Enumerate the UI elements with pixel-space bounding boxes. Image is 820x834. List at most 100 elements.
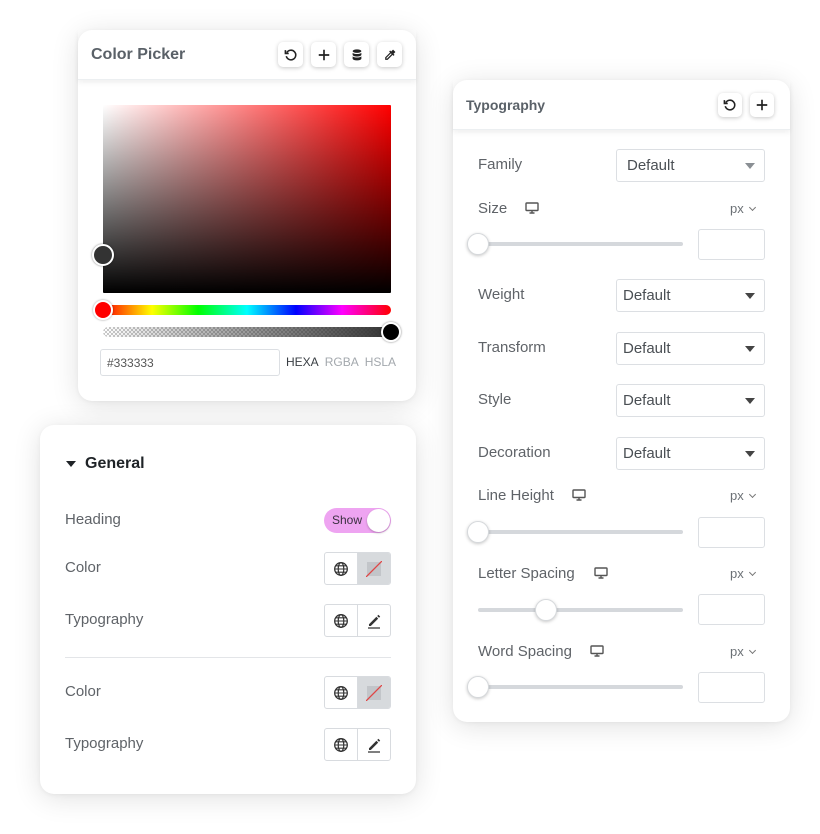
desktop-icon[interactable] (594, 567, 608, 579)
heading-toggle[interactable]: Show (324, 508, 391, 533)
global-button[interactable] (325, 605, 358, 636)
letter-spacing-slider[interactable] (478, 599, 683, 621)
alpha-handle[interactable] (381, 322, 401, 342)
transform-value: Default (623, 340, 671, 357)
typography-reset-button[interactable] (718, 92, 742, 117)
chevron-down-icon (745, 398, 755, 404)
desktop-icon[interactable] (572, 489, 586, 501)
line-height-input[interactable] (698, 517, 765, 548)
toggle-text: Show (332, 513, 363, 527)
color-swatch-button[interactable] (357, 553, 390, 584)
saturation-area[interactable] (92, 105, 391, 293)
line-height-unit-select[interactable]: px (730, 488, 756, 503)
letter-spacing-label: Letter Spacing (478, 565, 575, 582)
size-unit: px (730, 201, 744, 216)
weight-value: Default (623, 287, 671, 304)
weight-label: Weight (478, 286, 525, 303)
decoration-select[interactable]: Default (616, 437, 765, 470)
chevron-down-icon (748, 568, 756, 577)
color-picker-header: Color Picker (78, 30, 416, 80)
chevron-down-icon (748, 646, 756, 655)
chevron-down-icon (748, 490, 756, 499)
size-slider-knob[interactable] (467, 233, 489, 255)
plus-icon (756, 99, 768, 110)
eyedropper-icon (384, 49, 395, 60)
decoration-value: Default (623, 445, 671, 462)
word-spacing-input[interactable] (698, 672, 765, 703)
desktop-icon[interactable] (590, 645, 604, 657)
word-spacing-slider-knob[interactable] (467, 676, 489, 698)
style-select[interactable]: Default (616, 384, 765, 417)
typography-title: Typography (466, 96, 546, 113)
transform-select[interactable]: Default (616, 332, 765, 365)
size-slider[interactable] (467, 233, 683, 255)
toggle-knob (367, 509, 390, 532)
general-title: General (85, 455, 145, 472)
typography-header: Typography (453, 80, 790, 130)
color-label: Color (65, 559, 101, 576)
pencil-icon (367, 614, 380, 629)
hue-handle[interactable] (93, 300, 113, 320)
reset-icon (284, 48, 297, 61)
line-height-slider-knob[interactable] (467, 521, 489, 543)
letter-spacing-unit-select[interactable]: px (730, 566, 756, 581)
color-picker-panel: Color Picker HEXA RGBA HSLA (78, 30, 416, 401)
format-tab-rgba[interactable]: RGBA (325, 355, 359, 369)
typography-label: Typography (65, 611, 144, 628)
saturation-handle[interactable] (92, 244, 114, 266)
global-button[interactable] (325, 553, 358, 584)
divider (65, 657, 391, 658)
plus-icon (318, 49, 329, 60)
pencil-icon (367, 738, 380, 753)
chevron-down-icon (745, 346, 755, 352)
global-button[interactable] (325, 677, 358, 708)
globe-icon (333, 613, 348, 628)
word-spacing-slider[interactable] (467, 676, 683, 698)
weight-select[interactable]: Default (616, 279, 765, 312)
globe-icon (333, 561, 348, 576)
no-color-icon (365, 684, 382, 701)
color-control (324, 552, 391, 585)
eyedropper-button[interactable] (377, 42, 402, 67)
typography-panel: Typography Family Default Size px Weight… (453, 80, 790, 722)
general-panel: General Heading Show Color Typography Co… (40, 425, 416, 794)
global-button[interactable] (325, 729, 358, 760)
line-height-label: Line Height (478, 487, 554, 504)
format-tab-hexa[interactable]: HEXA (286, 355, 319, 369)
add-button[interactable] (311, 42, 336, 67)
typography-control (324, 604, 391, 637)
chevron-down-icon (745, 293, 755, 299)
hex-input[interactable] (100, 349, 280, 376)
global-colors-button[interactable] (344, 42, 369, 67)
word-spacing-unit-select[interactable]: px (730, 644, 756, 659)
heading-label: Heading (65, 511, 121, 528)
decoration-label: Decoration (478, 444, 551, 461)
hue-slider[interactable] (93, 300, 391, 320)
alpha-slider[interactable] (103, 322, 401, 342)
size-input[interactable] (698, 229, 765, 260)
desktop-icon[interactable] (525, 202, 539, 214)
style-label: Style (478, 391, 512, 408)
edit-button[interactable] (358, 729, 391, 760)
family-select[interactable]: Default (616, 149, 765, 182)
color-control (324, 676, 391, 709)
family-value: Default (627, 157, 675, 174)
globe-icon (333, 737, 348, 752)
edit-button[interactable] (358, 605, 391, 636)
size-unit-select[interactable]: px (730, 201, 756, 216)
word-spacing-label: Word Spacing (478, 643, 572, 660)
letter-spacing-slider-knob[interactable] (534, 599, 557, 621)
globe-icon (333, 685, 348, 700)
format-tab-hsla[interactable]: HSLA (365, 355, 396, 369)
color-format-tabs: HEXA RGBA HSLA (286, 355, 402, 369)
database-icon (352, 48, 361, 60)
letter-spacing-input[interactable] (698, 594, 765, 625)
reset-button[interactable] (278, 42, 303, 67)
color-picker-title: Color Picker (91, 45, 186, 63)
color-swatch-button[interactable] (357, 677, 390, 708)
typography-control (324, 728, 391, 761)
typography-add-button[interactable] (750, 92, 774, 117)
word-spacing-unit: px (730, 644, 744, 659)
general-section-toggle[interactable]: General (66, 455, 145, 473)
line-height-slider[interactable] (467, 521, 683, 543)
